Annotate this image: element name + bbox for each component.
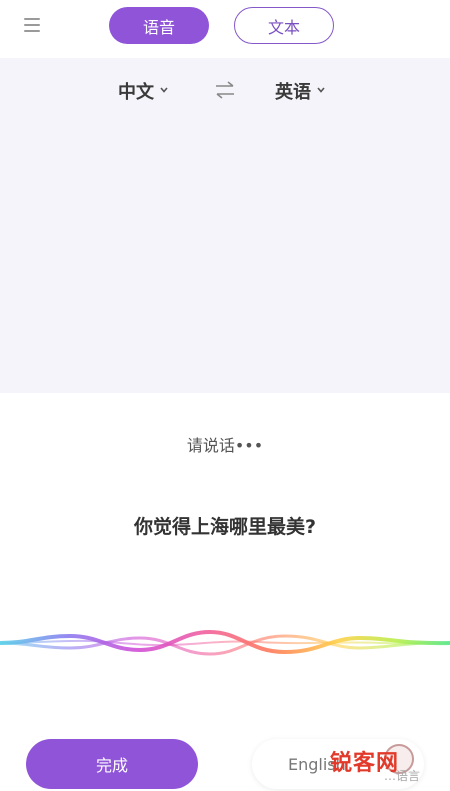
voice-waveform (0, 629, 450, 656)
chevron-down-icon (317, 86, 325, 93)
tab-voice[interactable]: 语音 (109, 7, 209, 44)
target-language-select[interactable]: 英语 (275, 78, 325, 104)
target-language-label: 英语 (275, 82, 311, 103)
tab-text[interactable]: 文本 (234, 7, 334, 44)
speak-prompt: 请说话••• (186, 436, 264, 455)
recognized-text: 你觉得上海哪里最美? (133, 516, 317, 538)
hamburger-menu-icon[interactable] (22, 15, 42, 35)
chevron-down-icon (160, 86, 168, 93)
done-button[interactable]: 完成 (26, 739, 198, 789)
source-language-label: 中文 (118, 82, 154, 103)
translation-panel: 中文 英语 (0, 58, 450, 393)
top-bar: 语音 文本 (0, 0, 450, 58)
swap-arrows-icon[interactable] (213, 80, 237, 100)
watermark-subtext: …语言 (384, 769, 421, 783)
source-language-select[interactable]: 中文 (118, 78, 168, 104)
